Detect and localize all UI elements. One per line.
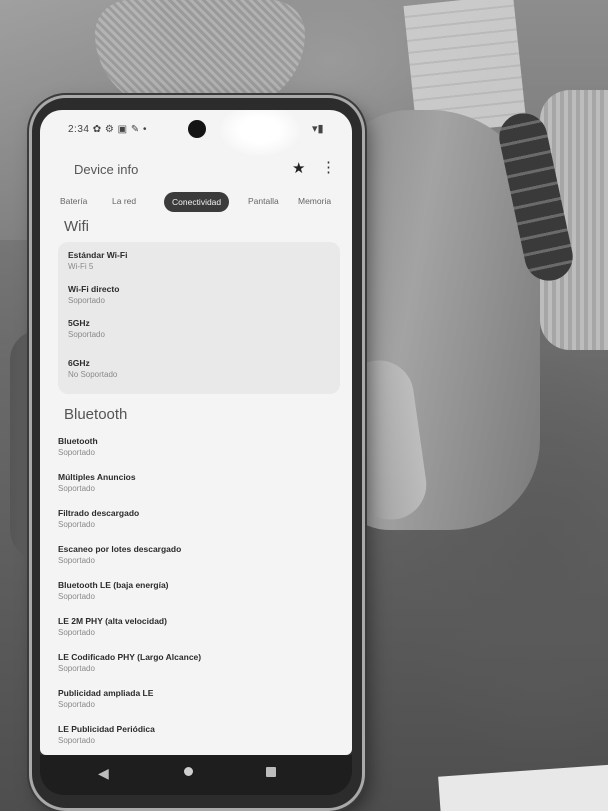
item-value: Soportado (58, 520, 95, 529)
list-item[interactable]: Múltiples Anuncios Soportado (58, 472, 136, 493)
tab-conectividad[interactable]: Conectividad (164, 192, 230, 212)
tab-bar: Batería La red Conectividad Pantalla Mem… (40, 192, 352, 216)
list-item[interactable]: Escaneo por lotes descargado Soportado (58, 544, 181, 565)
signal-icon: ▾▮ (312, 123, 324, 135)
item-title: Wi-Fi directo (68, 284, 120, 294)
item-title: Filtrado descargado (58, 508, 140, 518)
list-item[interactable]: LE Codificado PHY (Largo Alcance) Soport… (58, 652, 201, 673)
back-icon[interactable]: ◀ (98, 765, 109, 782)
item-value: Soportado (68, 330, 105, 339)
item-title: LE 2M PHY (alta velocidad) (58, 616, 167, 626)
item-title: LE Codificado PHY (Largo Alcance) (58, 652, 202, 662)
more-options-icon[interactable]: ⋮ (321, 158, 336, 176)
list-item[interactable]: 6GHz No Soportado (68, 358, 117, 379)
item-value: No Soportado (68, 370, 118, 379)
item-value: Wi-Fi 5 (68, 262, 94, 271)
item-title: Múltiples Anuncios (58, 472, 136, 482)
status-bar: 2:34 ✿ ⚙ ▣ ✎ • ▾▮ (40, 110, 352, 156)
navigation-bar: ◀ (40, 755, 352, 795)
item-value: Soportado (58, 592, 95, 601)
list-item[interactable]: Wi-Fi directo Soportado (68, 284, 119, 305)
phone-screen: 2:34 ✿ ⚙ ▣ ✎ • ▾▮ Device info ★ ⋮ Baterí… (40, 110, 352, 755)
item-title: Estándar Wi-Fi (68, 250, 128, 260)
tab-memoria[interactable]: Memoria (298, 196, 331, 206)
item-value: Soportado (58, 664, 95, 673)
app-bar: Device info ★ ⋮ (40, 148, 352, 188)
tab-pantalla[interactable]: Pantalla (248, 196, 279, 206)
list-item[interactable]: 5GHz Soportado (68, 318, 105, 339)
status-left: 2:34 ✿ ⚙ ▣ ✎ • (68, 124, 148, 135)
tab-bateria[interactable]: Batería (60, 196, 87, 206)
star-icon[interactable]: ★ (292, 159, 305, 177)
recents-icon[interactable] (266, 767, 276, 777)
app-title: Device info (74, 162, 139, 177)
home-icon[interactable] (184, 767, 193, 776)
list-item[interactable]: Publicidad ampliada LE Soportado (58, 688, 153, 709)
list-item[interactable]: Bluetooth Soportado (58, 436, 98, 457)
list-item[interactable]: Estándar Wi-Fi Wi-Fi 5 (68, 250, 127, 271)
background-cloth (95, 0, 305, 110)
list-item[interactable]: Filtrado descargado Soportado (58, 508, 139, 529)
section-title-bluetooth: Bluetooth (64, 406, 128, 423)
item-value: Soportado (68, 296, 105, 305)
item-value: Soportado (58, 736, 95, 745)
item-title: Bluetooth LE (baja energía) (58, 580, 169, 590)
list-item[interactable]: LE Publicidad Periódica Soportado (58, 724, 155, 745)
item-value: Soportado (58, 448, 95, 457)
item-title: LE Publicidad Periódica (58, 724, 155, 734)
item-value: Soportado (58, 484, 95, 493)
list-item[interactable]: LE 2M PHY (alta velocidad) Soportado (58, 616, 167, 637)
front-camera (188, 120, 206, 138)
list-item[interactable]: Bluetooth LE (baja energía) Soportado (58, 580, 169, 601)
item-title: 5GHz (68, 318, 90, 328)
item-value: Soportado (58, 700, 95, 709)
item-title: Escaneo por lotes descargado (58, 544, 182, 554)
item-title: Bluetooth (58, 436, 98, 446)
item-value: Soportado (58, 628, 95, 637)
item-title: 6GHz (68, 358, 90, 368)
wifi-card: Estándar Wi-Fi Wi-Fi 5 Wi-Fi directo Sop… (58, 242, 340, 394)
item-value: Soportado (58, 556, 95, 565)
section-title-wifi: Wifi (64, 218, 89, 235)
item-title: Publicidad ampliada LE (58, 688, 154, 698)
background-card (438, 763, 608, 811)
tab-la-red[interactable]: La red (112, 196, 136, 206)
